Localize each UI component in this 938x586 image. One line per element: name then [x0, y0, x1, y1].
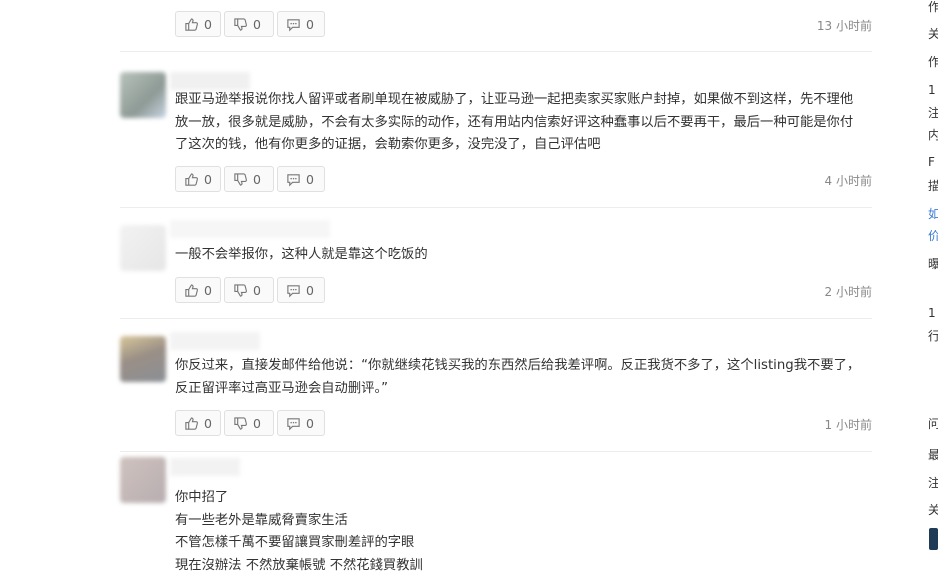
divider	[120, 451, 872, 452]
like-button[interactable]: 0	[175, 166, 221, 192]
reply-button[interactable]: 0	[277, 11, 325, 37]
reply-count: 0	[306, 171, 314, 187]
divider	[120, 318, 872, 319]
username[interactable]	[170, 332, 260, 350]
comment-actions: 0 0 0	[175, 277, 325, 303]
like-count: 0	[204, 282, 212, 298]
reply-button[interactable]: 0	[277, 277, 325, 303]
like-count: 0	[204, 171, 212, 187]
dislike-count: 0	[253, 282, 261, 298]
dislike-count: 0	[253, 171, 261, 187]
comment-text: 一般不会举报你，这种人就是靠这个吃饭的	[175, 247, 428, 262]
reply-button[interactable]: 0	[277, 166, 325, 192]
dislike-button[interactable]: 0	[224, 277, 274, 303]
like-button[interactable]: 0	[175, 410, 221, 436]
dislike-button[interactable]: 0	[224, 166, 274, 192]
comment-icon	[287, 284, 300, 297]
like-count: 0	[204, 16, 212, 32]
comment-time: 4 小时前	[824, 174, 872, 188]
thumbs-down-icon	[234, 416, 247, 430]
sidebar-fragment: 1	[928, 83, 936, 97]
reply-count: 0	[306, 415, 314, 431]
comment-time: 2 小时前	[824, 285, 872, 299]
like-button[interactable]: 0	[175, 277, 221, 303]
thumbs-down-icon	[234, 172, 247, 186]
comment-text: 你中招了 有一些老外是靠威脅賣家生活 不管怎樣千萬不要留讓買家刪差評的字眼 現在…	[175, 490, 423, 573]
sidebar-fragment: 1	[928, 306, 936, 320]
comment-actions: 0 0 0	[175, 410, 325, 436]
comment-text: 跟亚马逊举报说你找人留评或者刷单现在被威胁了，让亚马逊一起把卖家买家账户封掉，如…	[175, 92, 854, 152]
avatar[interactable]	[120, 72, 166, 118]
sidebar-link[interactable]: 价	[928, 227, 938, 244]
comment-time: 1 小时前	[824, 418, 872, 432]
avatar[interactable]	[120, 336, 166, 382]
sidebar-fragment: 作	[928, 55, 938, 69]
thumbs-up-icon	[185, 416, 198, 430]
sidebar-fragment: 问	[928, 417, 938, 431]
sidebar-fragment: 最	[928, 448, 938, 462]
right-sidebar: 作 关 作 1 注 内 F 描 如 价 曝 1 行 问 最 注 关	[926, 0, 938, 586]
sidebar-fragment: 曝	[928, 257, 938, 271]
dislike-button[interactable]: 0	[224, 410, 274, 436]
thumbs-down-icon	[234, 283, 247, 297]
comment-icon	[287, 173, 300, 186]
comment-icon	[287, 18, 300, 31]
username[interactable]	[170, 458, 240, 476]
avatar[interactable]	[120, 225, 166, 271]
dislike-button[interactable]: 0	[224, 11, 274, 37]
comment-time: 13 小时前	[816, 19, 872, 33]
thumbs-up-icon	[185, 172, 198, 186]
sidebar-fragment: F	[928, 155, 935, 169]
username[interactable]	[170, 220, 330, 238]
dislike-count: 0	[253, 16, 261, 32]
thumbs-down-icon	[234, 17, 247, 31]
thumbs-up-icon	[185, 283, 198, 297]
reply-count: 0	[306, 16, 314, 32]
like-button[interactable]: 0	[175, 11, 221, 37]
comment-actions: 0 0 0	[175, 166, 325, 192]
sidebar-fragment: 注	[928, 476, 938, 490]
comment-icon	[287, 417, 300, 430]
sidebar-fragment: 行	[928, 329, 938, 343]
like-count: 0	[204, 415, 212, 431]
sidebar-fragment: 关	[928, 503, 938, 517]
sidebar-fragment: 内	[928, 128, 938, 142]
comment-text: 你反过来，直接发邮件给他说：“你就继续花钱买我的东西然后给我差评啊。反正我货不多…	[175, 358, 861, 396]
sidebar-fragment: 关	[928, 27, 938, 41]
divider	[120, 207, 872, 208]
username[interactable]	[170, 72, 250, 90]
reply-button[interactable]: 0	[277, 410, 325, 436]
sidebar-thumbnail[interactable]	[929, 528, 938, 550]
sidebar-fragment: 描	[928, 179, 938, 193]
sidebar-link[interactable]: 如	[928, 205, 938, 222]
sidebar-fragment: 作	[928, 0, 938, 14]
avatar[interactable]	[120, 457, 166, 503]
reply-count: 0	[306, 282, 314, 298]
dislike-count: 0	[253, 415, 261, 431]
thumbs-up-icon	[185, 17, 198, 31]
sidebar-fragment: 注	[928, 106, 938, 120]
divider	[120, 51, 872, 52]
comment-actions: 0 0 0	[175, 11, 325, 37]
